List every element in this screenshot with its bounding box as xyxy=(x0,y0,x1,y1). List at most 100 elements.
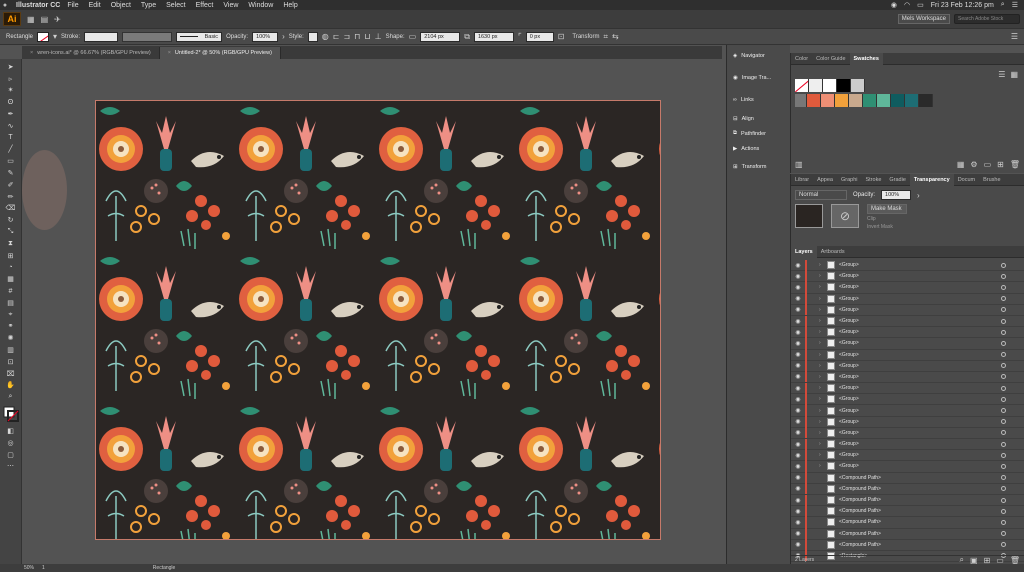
swatch-registration[interactable] xyxy=(809,79,823,92)
swatch-none[interactable] xyxy=(795,79,809,92)
expand-arrow-icon[interactable]: › xyxy=(819,385,827,391)
visibility-eye-icon[interactable]: ◉ xyxy=(791,396,805,403)
swatch-color[interactable] xyxy=(807,94,821,107)
target-circle-icon[interactable] xyxy=(1001,284,1006,290)
fill-swatch[interactable] xyxy=(37,31,50,42)
menu-help[interactable]: Help xyxy=(283,2,297,9)
swatch-color[interactable] xyxy=(919,94,933,107)
expand-arrow-icon[interactable]: › xyxy=(819,452,827,458)
artboard-number[interactable]: 1 xyxy=(42,565,45,571)
menu-file[interactable]: File xyxy=(67,2,78,9)
align-left-icon[interactable]: ⊏ xyxy=(333,32,340,41)
column-graph-tool-icon[interactable]: ▥ xyxy=(3,344,19,356)
recolor-artwork-icon[interactable]: ◍ xyxy=(322,32,329,41)
layer-name[interactable]: <Group> xyxy=(839,340,859,346)
wifi-icon[interactable]: ◠ xyxy=(904,1,910,9)
tab-transparency[interactable]: Transparency xyxy=(909,173,954,186)
swatch-color[interactable] xyxy=(849,94,863,107)
visibility-eye-icon[interactable]: ◉ xyxy=(791,407,805,414)
visibility-eye-icon[interactable]: ◉ xyxy=(791,340,805,347)
expand-arrow-icon[interactable]: › xyxy=(819,408,827,414)
visibility-eye-icon[interactable]: ◉ xyxy=(791,273,805,280)
fill-stroke-icon[interactable] xyxy=(3,403,19,425)
close-tab-icon[interactable]: × xyxy=(30,50,33,56)
target-circle-icon[interactable] xyxy=(1001,441,1006,447)
layer-name[interactable]: <Group> xyxy=(839,374,859,380)
layer-row[interactable]: ◉ <Compound Path> xyxy=(791,472,1024,484)
target-circle-icon[interactable] xyxy=(1001,352,1006,358)
tab-document-info[interactable]: Docum xyxy=(954,174,979,186)
align-right-icon[interactable]: ⊓ xyxy=(354,32,360,41)
target-circle-icon[interactable] xyxy=(1001,486,1006,492)
hand-tool-icon[interactable]: ✋ xyxy=(3,380,19,392)
layer-row[interactable]: ◉ › <Group> xyxy=(791,438,1024,451)
screen-mode-icon[interactable]: ▢ xyxy=(3,449,19,461)
visibility-eye-icon[interactable]: ◉ xyxy=(791,351,805,358)
tab-untitled-2[interactable]: × Untitled-2* @ 50% (RGB/GPU Preview) xyxy=(159,47,281,59)
artboard-tool-icon[interactable]: ⊡ xyxy=(3,356,19,368)
layer-row[interactable]: ◉ <Compound Path> xyxy=(791,539,1024,551)
tab-color-guide[interactable]: Color Guide xyxy=(812,53,849,65)
opacity-chevron-icon[interactable]: › xyxy=(282,32,285,41)
direct-selection-tool-icon[interactable]: ▹ xyxy=(3,73,19,85)
expand-arrow-icon[interactable]: › xyxy=(819,374,827,380)
target-circle-icon[interactable] xyxy=(1001,374,1006,380)
swatch-libraries-icon[interactable]: ▥ xyxy=(795,160,803,169)
adobe-stock-search[interactable]: Search Adobe Stock xyxy=(954,14,1020,24)
transform-label[interactable]: Transform xyxy=(572,34,599,40)
pencil-tool-icon[interactable]: ✏ xyxy=(3,191,19,203)
target-circle-icon[interactable] xyxy=(1001,318,1006,324)
visibility-eye-icon[interactable]: ◉ xyxy=(791,318,805,325)
layer-name[interactable]: <Compound Path> xyxy=(839,531,881,537)
transform-grid-icon[interactable]: ⌗ xyxy=(604,32,609,42)
layer-row[interactable]: ◉ › <Group> xyxy=(791,382,1024,395)
curvature-tool-icon[interactable]: ∿ xyxy=(3,120,19,132)
tab-graphic-styles[interactable]: Graphi xyxy=(837,174,862,186)
layer-name[interactable]: <Group> xyxy=(839,419,859,425)
bridge-icon[interactable]: ▦ xyxy=(27,15,35,24)
expand-arrow-icon[interactable]: › xyxy=(819,284,827,290)
menu-view[interactable]: View xyxy=(223,2,238,9)
tab-artboards[interactable]: Artboards xyxy=(817,246,849,258)
layer-name[interactable]: <Compound Path> xyxy=(839,542,881,548)
visibility-eye-icon[interactable]: ◉ xyxy=(791,362,805,369)
swatch-options-icon[interactable]: ⚙ xyxy=(970,160,977,169)
eraser-tool-icon[interactable]: ⌫ xyxy=(3,203,19,215)
new-color-group-icon[interactable]: ▭ xyxy=(984,160,992,169)
layer-row[interactable]: ◉ <Compound Path> xyxy=(791,494,1024,507)
tab-swatches[interactable]: Swatches xyxy=(849,52,883,65)
app-name-menu[interactable]: Illustrator CC xyxy=(16,2,60,9)
zoom-tool-icon[interactable]: ⌕ xyxy=(3,391,19,403)
align-center-icon[interactable]: ⊐ xyxy=(343,32,350,41)
color-mode-icon[interactable]: ◧ xyxy=(3,425,19,437)
swatch-color[interactable] xyxy=(821,94,835,107)
layer-row[interactable]: ◉ › <Group> xyxy=(791,427,1024,439)
swatch-color[interactable] xyxy=(863,94,877,107)
expand-arrow-icon[interactable]: › xyxy=(819,441,827,447)
layer-row[interactable]: ◉ <Compound Path> xyxy=(791,528,1024,540)
selection-tool-icon[interactable]: ➤ xyxy=(3,61,19,73)
shape-builder-tool-icon[interactable]: ◔ xyxy=(3,262,19,274)
swatch-black[interactable] xyxy=(837,79,851,92)
show-kinds-icon[interactable]: ▦ xyxy=(957,160,965,169)
visibility-eye-icon[interactable]: ◉ xyxy=(791,329,805,336)
list-view-icon[interactable]: ☰ xyxy=(998,69,1005,79)
gpu-performance-icon[interactable]: ✈ xyxy=(54,15,61,24)
target-circle-icon[interactable] xyxy=(1001,363,1006,369)
lasso-tool-icon[interactable]: ʘ xyxy=(3,96,19,108)
opacity-field[interactable]: 100% xyxy=(252,31,279,42)
invert-mask-checkbox[interactable]: Invert Mask xyxy=(867,224,907,230)
blend-mode-select[interactable]: Normal xyxy=(795,190,847,200)
dock-links[interactable]: ∞ Links xyxy=(727,89,790,111)
expand-arrow-icon[interactable]: › xyxy=(819,262,827,268)
expand-arrow-icon[interactable]: › xyxy=(819,363,827,369)
expand-arrow-icon[interactable]: › xyxy=(819,340,827,346)
expand-arrow-icon[interactable]: › xyxy=(819,352,827,358)
tab-gradient[interactable]: Gradie xyxy=(885,174,910,186)
dock-actions[interactable]: ▶ Actions xyxy=(727,141,790,156)
expand-arrow-icon[interactable]: › xyxy=(819,329,827,335)
expand-arrow-icon[interactable]: › xyxy=(819,318,827,324)
width-tool-icon[interactable]: ⧗ xyxy=(3,238,19,250)
draw-mode-icon[interactable]: ◎ xyxy=(3,437,19,449)
layer-name[interactable]: <Group> xyxy=(839,352,859,358)
